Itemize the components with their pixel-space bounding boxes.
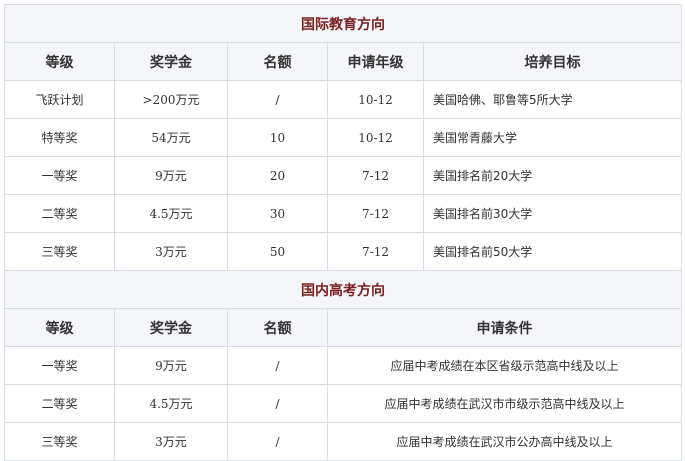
table-row: 飞跃计划 >200万元 / 10-12 美国哈佛、耶鲁等5所大学	[4, 80, 682, 119]
column-header-level: 等级	[4, 308, 115, 347]
grade-cell: 10-12	[327, 118, 424, 157]
level-cell: 二等奖	[4, 194, 115, 233]
quota-cell: 50	[227, 232, 328, 271]
target-cell: 美国常青藤大学	[423, 118, 682, 157]
section-header-intl: 国际教育方向	[4, 4, 682, 43]
level-cell: 特等奖	[4, 118, 115, 157]
quota-cell: /	[227, 80, 328, 119]
scholarship-cell: 3万元	[114, 232, 228, 271]
column-header-condition: 申请条件	[327, 308, 682, 347]
quota-cell: /	[227, 346, 328, 385]
column-header-quota: 名额	[227, 42, 328, 81]
level-cell: 三等奖	[4, 232, 115, 271]
table-row: 特等奖 54万元 10 10-12 美国常青藤大学	[4, 118, 682, 157]
table-row: 一等奖 9万元 / 应届中考成绩在本区省级示范高中线及以上	[4, 346, 682, 385]
quota-cell: 10	[227, 118, 328, 157]
section-header-domestic: 国内高考方向	[4, 270, 682, 309]
grade-cell: 10-12	[327, 80, 424, 119]
column-header-row-domestic: 等级 奖学金 名额 申请条件	[4, 308, 682, 347]
grade-cell: 7-12	[327, 232, 424, 271]
quota-cell: 30	[227, 194, 328, 233]
quota-cell: /	[227, 422, 328, 461]
condition-cell: 应届中考成绩在武汉市公办高中线及以上	[327, 422, 682, 461]
scholarship-cell: 9万元	[114, 346, 228, 385]
target-cell: 美国排名前30大学	[423, 194, 682, 233]
grade-cell: 7-12	[327, 194, 424, 233]
scholarship-cell: >200万元	[114, 80, 228, 119]
level-cell: 一等奖	[4, 156, 115, 195]
table-row: 二等奖 4.5万元 30 7-12 美国排名前30大学	[4, 194, 682, 233]
scholarship-cell: 4.5万元	[114, 384, 228, 423]
column-header-level: 等级	[4, 42, 115, 81]
section-title-domestic: 国内高考方向	[4, 270, 682, 309]
level-cell: 一等奖	[4, 346, 115, 385]
table-row: 三等奖 3万元 / 应届中考成绩在武汉市公办高中线及以上	[4, 422, 682, 461]
condition-cell: 应届中考成绩在武汉市市级示范高中线及以上	[327, 384, 682, 423]
scholarship-tables: 国际教育方向 等级 奖学金 名额 申请年级 培养目标 飞跃计划 >200万元 /…	[4, 4, 682, 461]
column-header-grade: 申请年级	[327, 42, 424, 81]
column-header-row-intl: 等级 奖学金 名额 申请年级 培养目标	[4, 42, 682, 81]
column-header-scholarship: 奖学金	[114, 42, 228, 81]
column-header-quota: 名额	[227, 308, 328, 347]
scholarship-cell: 54万元	[114, 118, 228, 157]
scholarship-cell: 9万元	[114, 156, 228, 195]
level-cell: 二等奖	[4, 384, 115, 423]
table-row: 一等奖 9万元 20 7-12 美国排名前20大学	[4, 156, 682, 195]
scholarship-cell: 4.5万元	[114, 194, 228, 233]
scholarship-table: 国际教育方向 等级 奖学金 名额 申请年级 培养目标 飞跃计划 >200万元 /…	[4, 4, 682, 461]
target-cell: 美国排名前20大学	[423, 156, 682, 195]
level-cell: 飞跃计划	[4, 80, 115, 119]
column-header-scholarship: 奖学金	[114, 308, 228, 347]
target-cell: 美国哈佛、耶鲁等5所大学	[423, 80, 682, 119]
condition-cell: 应届中考成绩在本区省级示范高中线及以上	[327, 346, 682, 385]
quota-cell: /	[227, 384, 328, 423]
target-cell: 美国排名前50大学	[423, 232, 682, 271]
scholarship-cell: 3万元	[114, 422, 228, 461]
column-header-target: 培养目标	[423, 42, 682, 81]
level-cell: 三等奖	[4, 422, 115, 461]
grade-cell: 7-12	[327, 156, 424, 195]
table-row: 二等奖 4.5万元 / 应届中考成绩在武汉市市级示范高中线及以上	[4, 384, 682, 423]
table-row: 三等奖 3万元 50 7-12 美国排名前50大学	[4, 232, 682, 271]
section-title-intl: 国际教育方向	[4, 4, 682, 43]
quota-cell: 20	[227, 156, 328, 195]
